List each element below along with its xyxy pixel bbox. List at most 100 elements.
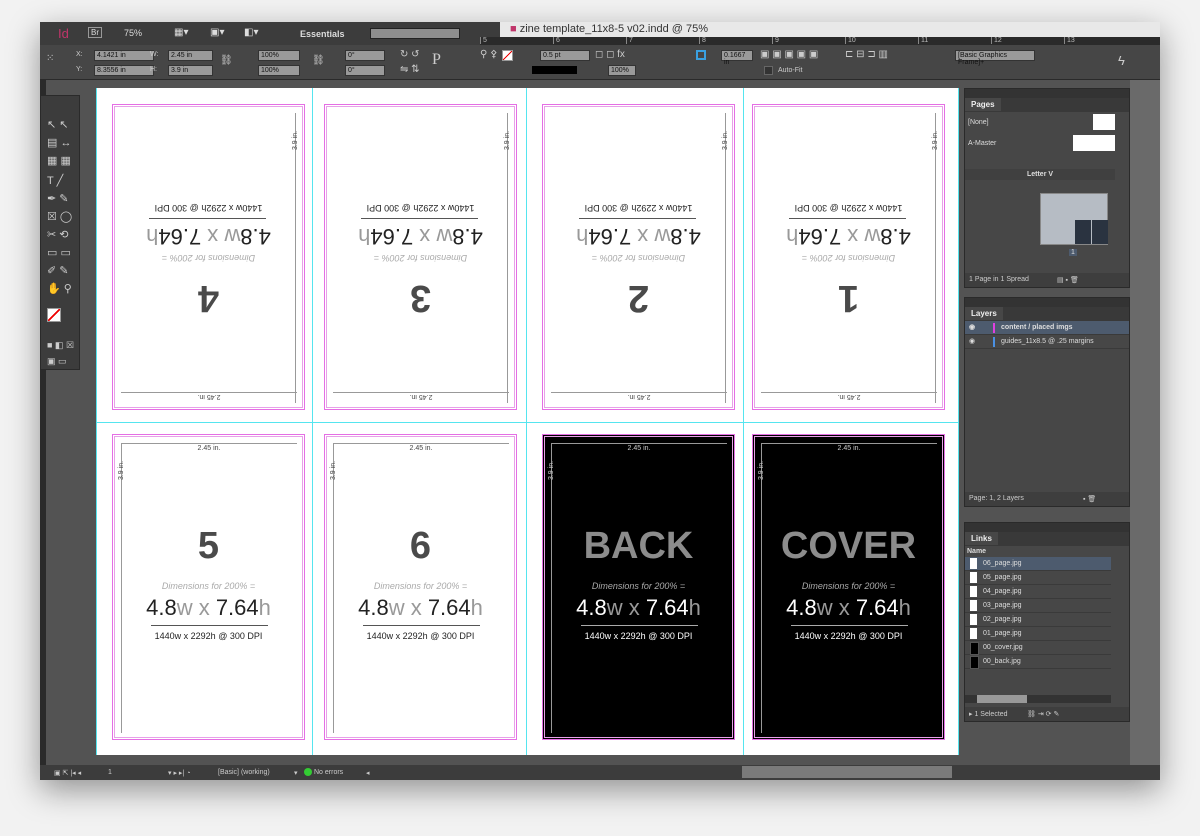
link-item[interactable]: 00_cover.jpg xyxy=(965,641,1111,655)
screen-mode-icon[interactable]: ▣▾ xyxy=(210,27,224,38)
type-tool-icon[interactable]: T ╱ xyxy=(47,174,63,187)
links-tab[interactable]: Links xyxy=(965,532,998,545)
horizontal-ruler[interactable]: 5678910111213 xyxy=(480,37,1160,45)
align-icons[interactable]: ⊏ ⊟ ⊐ ▥ xyxy=(845,49,888,60)
scissors-tool-icon[interactable]: ✂ ⟲ xyxy=(47,228,69,241)
constrain-scale-icon[interactable]: ⛓ xyxy=(312,55,325,66)
link-item[interactable]: 04_page.jpg xyxy=(965,585,1111,599)
selection-tool-icon[interactable]: ↖ ↖ xyxy=(47,118,69,131)
a-master-thumb[interactable] xyxy=(1073,135,1115,151)
screen-mode-icon[interactable]: ▣ ▭ xyxy=(47,356,67,367)
page-frame-5[interactable]: 5Dimensions for 200% =4.8w x 7.64h1440w … xyxy=(112,434,305,740)
scale-y-field[interactable]: 100% xyxy=(258,65,300,76)
auto-fit-checkbox[interactable] xyxy=(764,66,773,75)
a-master[interactable]: A-Master xyxy=(968,140,996,147)
height-field[interactable]: 3.9 in xyxy=(168,65,213,76)
page-frame-cover[interactable]: COVERDimensions for 200% =4.8w x 7.64h14… xyxy=(752,434,945,740)
hscroll-left-icon[interactable]: ◂ xyxy=(366,769,370,777)
width-measure: 2.45 in. xyxy=(761,392,937,401)
fill-none-swatch[interactable] xyxy=(502,50,513,61)
layers-tab[interactable]: Layers xyxy=(965,307,1003,320)
horizontal-scrollbar-thumb[interactable] xyxy=(742,766,952,778)
spread-thumbnail[interactable] xyxy=(1040,193,1108,245)
constrain-proportions-icon[interactable]: ⛓ xyxy=(220,55,233,66)
link-item[interactable]: 02_page.jpg xyxy=(965,613,1111,627)
workspace-switcher[interactable]: Essentials xyxy=(300,29,345,39)
apply-color-icons[interactable]: ■ ◧ ☒ xyxy=(47,340,74,351)
reference-point-icon[interactable]: ⁙ xyxy=(46,53,54,64)
link-item[interactable]: 01_page.jpg xyxy=(965,627,1111,641)
pen-tool-icon[interactable]: ✒ ✎ xyxy=(47,192,69,205)
search-input[interactable] xyxy=(370,28,460,39)
stroke-type-select[interactable] xyxy=(532,66,577,74)
width-field[interactable]: 2.45 in xyxy=(168,50,213,61)
width-value: 4.8 xyxy=(880,224,911,249)
none-master[interactable]: [None] xyxy=(968,119,989,126)
x-field[interactable]: 4.1421 in xyxy=(94,50,154,61)
links-name-column[interactable]: Name xyxy=(965,546,1129,557)
zoom-level-select[interactable]: 75% xyxy=(124,28,142,38)
visibility-eye-icon[interactable]: ◉ xyxy=(969,323,975,331)
width-measure: 2.45 in. xyxy=(121,443,297,452)
layer-row[interactable]: ◉guides_11x8.5 @ .25 margins xyxy=(965,335,1129,349)
errors-status[interactable]: No errors xyxy=(314,769,343,776)
link-item[interactable]: 03_page.jpg xyxy=(965,599,1111,613)
select-container-icon[interactable]: ⚲ ⚴ xyxy=(480,49,497,60)
link-item[interactable]: 00_back.jpg xyxy=(965,655,1111,669)
height-measure: 3.9 in. xyxy=(935,113,936,403)
document-tab[interactable]: ■ zine template_11x8-5 v02.indd @ 75% xyxy=(500,22,1160,37)
layers-count: Page: 1, 2 Layers xyxy=(969,495,1024,502)
spread-number[interactable]: 1 xyxy=(1069,249,1077,256)
page-tool-icon[interactable]: ▤ ↔ xyxy=(47,136,71,149)
effects-icon[interactable]: ◻ ◻ fx xyxy=(595,49,625,60)
gradient-tool-icon[interactable]: ▭ ▭ xyxy=(47,246,71,259)
page-frame-1[interactable]: 1Dimensions for 200% =4.8w x 7.64h1440w … xyxy=(752,104,945,410)
shear-angle-field[interactable]: 0° xyxy=(345,65,385,76)
corner-size-field[interactable]: 0.1667 in xyxy=(721,50,753,61)
fitting-icons[interactable]: ▣ ▣ ▣ ▣ ▣ xyxy=(760,49,818,60)
stroke-weight-field[interactable]: 0.5 pt xyxy=(540,50,590,61)
page-frame-6[interactable]: 6Dimensions for 200% =4.8w x 7.64h1440w … xyxy=(324,434,517,740)
hand-zoom-tool-icon[interactable]: ✋ ⚲ xyxy=(47,282,72,295)
link-item[interactable]: 06_page.jpg xyxy=(965,557,1111,571)
rotate-icon[interactable]: ↻ ↺ xyxy=(400,49,420,60)
fill-stroke-swatch[interactable] xyxy=(47,308,61,322)
eyedropper-tool-icon[interactable]: ✐ ✎ xyxy=(47,264,69,277)
link-item[interactable]: 05_page.jpg xyxy=(965,571,1111,585)
quick-apply-icon[interactable]: ϟ xyxy=(1118,53,1125,68)
page-number-field[interactable]: 1 xyxy=(108,769,112,776)
new-page-icon[interactable]: ▤ ▪ 🗑 xyxy=(1057,276,1079,284)
spread-page[interactable]: 4Dimensions for 200% =4.8w x 7.64h1440w … xyxy=(96,88,959,755)
link-action-icons[interactable]: ⛓ ⇥ ⟳ ✎ xyxy=(1027,710,1059,718)
visibility-eye-icon[interactable]: ◉ xyxy=(969,337,975,345)
opacity-field[interactable]: 100% xyxy=(608,65,636,76)
pixel-dimensions: 1440w x 2292h @ 300 DPI xyxy=(543,203,734,213)
rectangle-frame-tool-icon[interactable]: ☒ ◯ xyxy=(47,210,72,223)
none-master-thumb[interactable] xyxy=(1093,114,1115,130)
rotation-angle-field[interactable]: 0° xyxy=(345,50,385,61)
pages-tab[interactable]: Pages xyxy=(965,98,1001,111)
preflight-profile[interactable]: [Basic] (working) xyxy=(218,769,270,776)
page-frame-4[interactable]: 4Dimensions for 200% =4.8w x 7.64h1440w … xyxy=(112,104,305,410)
preflight-toggle-icon[interactable]: ▣ ⇱ |◂ ◂ xyxy=(54,769,81,777)
corner-options-icon[interactable] xyxy=(696,50,706,60)
new-layer-delete-icons[interactable]: ▪ 🗑 xyxy=(1083,495,1096,503)
pasteboard[interactable]: 4Dimensions for 200% =4.8w x 7.64h1440w … xyxy=(46,80,960,765)
guide[interactable] xyxy=(96,422,959,423)
bridge-button[interactable]: Br xyxy=(88,27,102,38)
view-options-icon[interactable]: ▦▾ xyxy=(174,27,188,38)
layer-row[interactable]: ◉content / placed imgs xyxy=(965,321,1129,335)
preflight-dropdown-icon[interactable]: ▾ xyxy=(294,769,298,777)
page-size-label[interactable]: Letter V xyxy=(965,169,1115,180)
links-hscrollbar[interactable] xyxy=(965,695,1111,703)
arrange-documents-icon[interactable]: ◧▾ xyxy=(244,27,258,38)
y-field[interactable]: 8.3556 in xyxy=(94,65,154,76)
flip-icon[interactable]: ⇋ ⇅ xyxy=(400,64,420,75)
content-collector-icon[interactable]: ▦ ▦ xyxy=(47,154,71,167)
page-nav-icons[interactable]: ▾ ▸ ▸| ◔ xyxy=(168,769,190,777)
object-style-select[interactable]: [Basic Graphics Frame]+ xyxy=(955,50,1035,61)
page-frame-3[interactable]: 3Dimensions for 200% =4.8w x 7.64h1440w … xyxy=(324,104,517,410)
scale-x-field[interactable]: 100% xyxy=(258,50,300,61)
page-frame-2[interactable]: 2Dimensions for 200% =4.8w x 7.64h1440w … xyxy=(542,104,735,410)
page-frame-back[interactable]: BACKDimensions for 200% =4.8w x 7.64h144… xyxy=(542,434,735,740)
